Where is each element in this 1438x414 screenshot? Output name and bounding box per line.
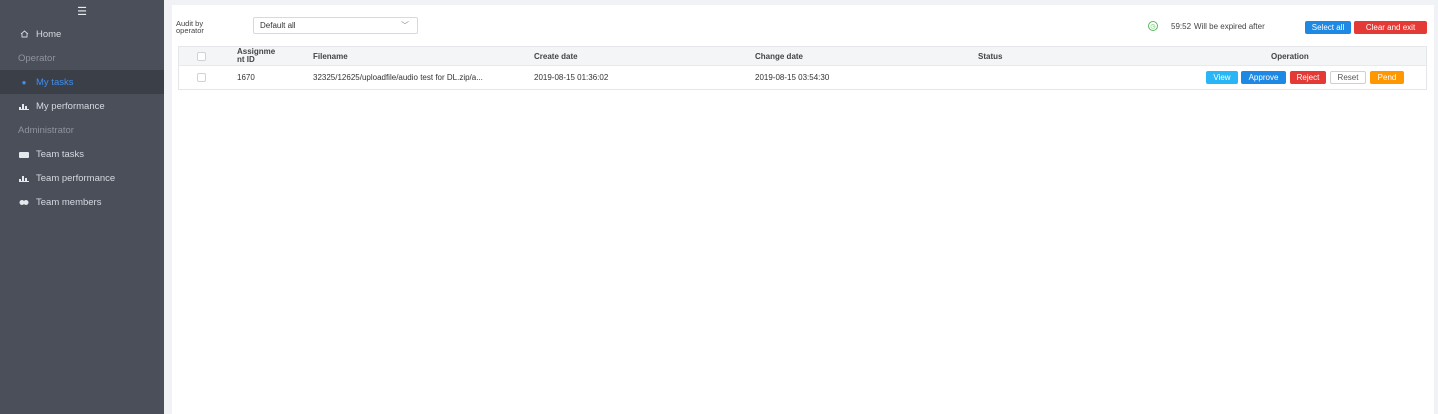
home-icon [18, 30, 30, 38]
header-checkbox[interactable] [197, 51, 206, 61]
sidebar-section-operator: Operator [0, 46, 164, 70]
sidebar: ☰ Home Operator ● My tasks My performanc… [0, 0, 164, 414]
sidebar-item-label: My tasks [36, 76, 74, 88]
header-assignment-id: Assignme nt ID [237, 47, 275, 65]
header-create-date: Create date [534, 51, 578, 61]
sidebar-item-label: My performance [36, 100, 105, 112]
header-filename: Filename [313, 51, 348, 61]
header-change-date: Change date [755, 51, 804, 61]
task-icon: ● [21, 77, 27, 87]
section-label: Operator [18, 52, 56, 64]
select-all-checkbox-cell [197, 47, 206, 65]
header-operation: Operation [1271, 51, 1309, 61]
folder-icon [18, 151, 30, 158]
cell-filename: 32325/12625/uploadfile/audio test for DL… [313, 73, 483, 82]
chevron-down-icon: ﹀ [401, 21, 409, 30]
sidebar-item-team-members[interactable]: Team members [0, 190, 164, 214]
header-status: Status [978, 51, 1003, 61]
chart-icon [18, 103, 30, 110]
table-header: Assignme nt ID Filename Create date Chan… [179, 47, 1426, 66]
sidebar-item-label: Home [36, 28, 62, 40]
timer-text: Will be expired after [1194, 21, 1265, 31]
clear-and-exit-button[interactable]: Clear and exit [1354, 21, 1427, 34]
expiry-timer: ◷ 59:52 Will be expired after [1148, 21, 1265, 31]
sidebar-item-label: Team tasks [36, 148, 85, 160]
approve-button[interactable]: Approve [1241, 71, 1286, 84]
menu-toggle-icon[interactable]: ☰ [0, 0, 164, 22]
audit-by-operator-label: Audit by operator [176, 20, 204, 35]
row-checkbox[interactable] [197, 73, 206, 82]
sidebar-item-team-performance[interactable]: Team performance [0, 166, 164, 190]
reject-button[interactable]: Reject [1290, 71, 1326, 84]
audit-label-line2: operator [176, 26, 204, 35]
reset-button[interactable]: Reset [1330, 71, 1366, 84]
cell-create-date: 2019-08-15 01:36:02 [534, 73, 609, 82]
clock-icon: ◷ [1148, 21, 1158, 31]
table-row: 1670 32325/12625/uploadfile/audio test f… [179, 66, 1426, 89]
pend-button[interactable]: Pend [1370, 71, 1404, 84]
view-button[interactable]: View [1206, 71, 1238, 84]
sidebar-item-label: Team performance [36, 172, 116, 184]
sidebar-section-administrator: Administrator [0, 118, 164, 142]
row-checkbox-cell [197, 66, 206, 89]
select-all-button[interactable]: Select all [1305, 21, 1351, 34]
cell-assignment-id: 1670 [237, 73, 255, 82]
toolbar: Audit by operator Default all ﹀ ◷ 59:52 … [172, 5, 1434, 45]
group-icon [18, 199, 30, 206]
timer-value: 59:52 [1171, 21, 1192, 31]
sidebar-item-team-tasks[interactable]: Team tasks [0, 142, 164, 166]
operator-select-value: Default all [260, 21, 296, 30]
chart-icon [18, 175, 30, 182]
sidebar-item-my-tasks[interactable]: ● My tasks [0, 70, 164, 94]
header-assignment-line2: nt ID [237, 55, 255, 64]
section-label: Administrator [18, 124, 74, 136]
tasks-table: Assignme nt ID Filename Create date Chan… [178, 46, 1427, 90]
main-panel: Audit by operator Default all ﹀ ◷ 59:52 … [172, 5, 1434, 414]
cell-change-date: 2019-08-15 03:54:30 [755, 73, 830, 82]
sidebar-item-label: Team members [36, 196, 102, 208]
operator-select[interactable]: Default all ﹀ [253, 17, 418, 34]
sidebar-item-home[interactable]: Home [0, 22, 164, 46]
sidebar-item-my-performance[interactable]: My performance [0, 94, 164, 118]
